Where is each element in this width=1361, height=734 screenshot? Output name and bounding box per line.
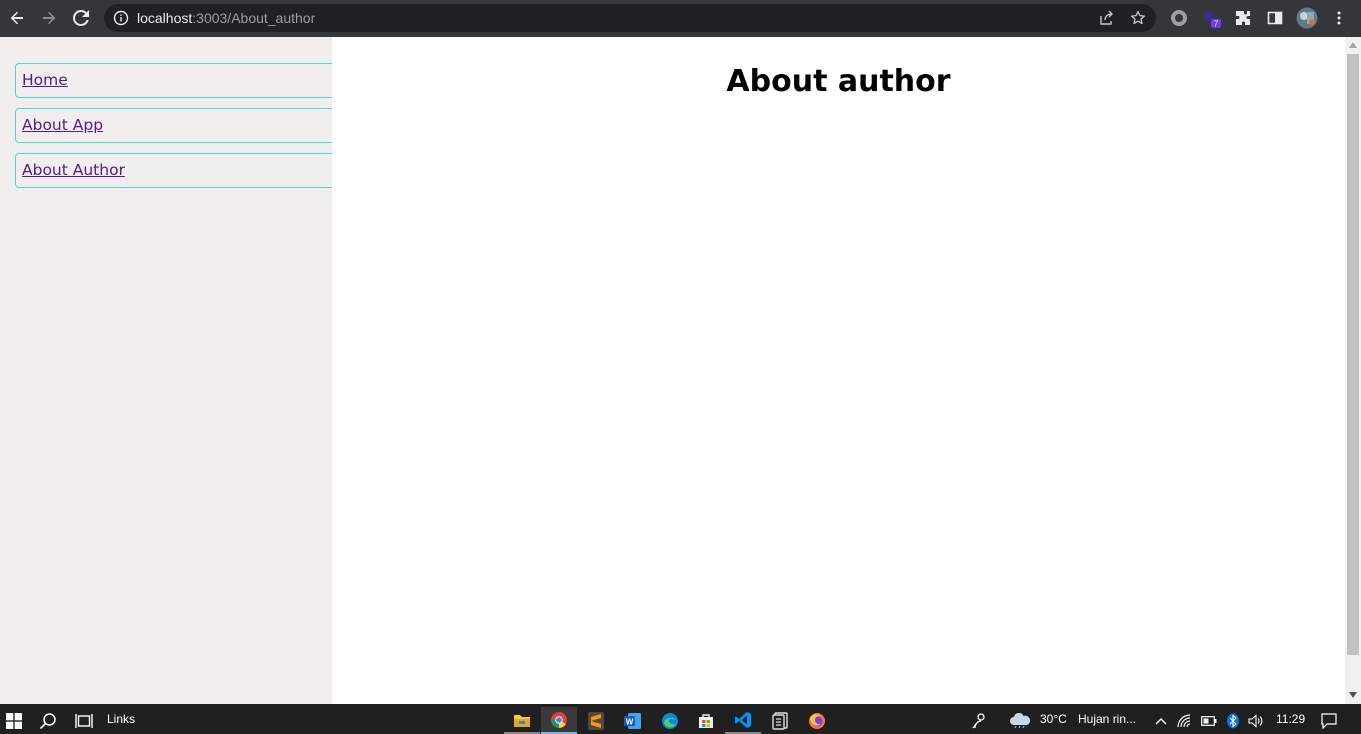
- sidebar-item-home[interactable]: Home: [15, 63, 336, 98]
- task-view-icon: [75, 713, 93, 728]
- bluetooth-icon: [1227, 713, 1239, 728]
- links-toolbar-label[interactable]: Links: [107, 712, 135, 726]
- volume-button[interactable]: [1245, 707, 1267, 734]
- action-center-button[interactable]: [1312, 707, 1346, 734]
- sidebar-item-about-app[interactable]: About App: [15, 108, 336, 143]
- task-view-button[interactable]: [66, 707, 102, 734]
- network-button[interactable]: [1174, 707, 1196, 734]
- taskbar: Links W 30°C Hujan rin... 11:29: [0, 704, 1361, 734]
- vertical-scrollbar[interactable]: [1345, 37, 1361, 704]
- profile-avatar[interactable]: [1296, 7, 1318, 29]
- scrollbar-thumb[interactable]: [1347, 54, 1359, 655]
- weather-temperature[interactable]: 30°C: [1040, 712, 1067, 726]
- taskbar-vscode[interactable]: [725, 707, 761, 734]
- microsoft-store-icon: [699, 713, 713, 728]
- back-arrow-icon: [10, 11, 23, 25]
- weather-widget[interactable]: [1004, 707, 1036, 734]
- start-button[interactable]: [0, 707, 28, 734]
- extension-circle-icon[interactable]: [1168, 7, 1190, 29]
- people-button[interactable]: [964, 707, 996, 734]
- clock[interactable]: 11:29: [1276, 712, 1305, 726]
- forward-arrow-icon: [43, 11, 56, 25]
- url-text[interactable]: localhost:3003/About_author: [137, 10, 315, 26]
- info-icon[interactable]: [113, 10, 129, 26]
- speaker-icon: [1248, 713, 1263, 728]
- url-path: :3003/About_author: [192, 10, 316, 26]
- windows-logo-icon: [6, 712, 22, 729]
- document-app-icon: [772, 711, 788, 730]
- sublime-text-icon: [588, 711, 604, 730]
- scroll-up-arrow-icon[interactable]: [1349, 42, 1357, 48]
- extension-badge-icon[interactable]: 7: [1200, 7, 1222, 29]
- firefox-icon: [809, 712, 825, 729]
- show-hidden-icons-button[interactable]: [1150, 707, 1172, 734]
- sidebar: Home About App About Author: [0, 37, 336, 704]
- taskbar-edge[interactable]: [652, 707, 688, 734]
- taskbar-word[interactable]: W: [615, 707, 651, 734]
- sidebar-item-label[interactable]: About App: [22, 116, 103, 135]
- browser-menu-icon[interactable]: [1328, 7, 1350, 29]
- wifi-icon: [1177, 713, 1191, 727]
- bookmark-star-icon[interactable]: [1130, 10, 1146, 26]
- sidebar-item-about-author[interactable]: About Author: [15, 153, 336, 188]
- taskbar-app[interactable]: [762, 707, 798, 734]
- taskbar-search-button[interactable]: [30, 707, 66, 734]
- share-icon[interactable]: [1098, 10, 1114, 26]
- page-viewport: Home About App About Author About author: [0, 37, 1361, 704]
- svg-text:W: W: [626, 717, 634, 726]
- sidebar-item-label[interactable]: About Author: [22, 161, 125, 180]
- taskbar-firefox[interactable]: [799, 707, 835, 734]
- edge-icon: [662, 712, 678, 729]
- weather-description[interactable]: Hujan rin...: [1078, 712, 1136, 726]
- cloud-rain-icon: [1010, 712, 1031, 728]
- url-host: localhost: [137, 10, 193, 26]
- notification-icon: [1321, 712, 1337, 729]
- extensions-puzzle-icon[interactable]: [1232, 7, 1254, 29]
- file-explorer-icon: [514, 714, 530, 727]
- extension-badge-count: 7: [1214, 20, 1219, 29]
- address-bar[interactable]: localhost:3003/About_author: [104, 4, 1156, 32]
- search-icon: [39, 712, 56, 729]
- vscode-icon: [735, 711, 751, 728]
- page-title: About author: [726, 64, 951, 99]
- taskbar-chrome[interactable]: [541, 707, 577, 734]
- bluetooth-button[interactable]: [1222, 707, 1244, 734]
- side-panel-icon[interactable]: [1264, 7, 1286, 29]
- back-button[interactable]: [5, 6, 29, 30]
- browser-toolbar: localhost:3003/About_author 7: [0, 0, 1361, 37]
- battery-icon: [1201, 715, 1217, 726]
- main-content: About author: [332, 37, 1345, 704]
- chevron-up-icon: [1155, 717, 1167, 724]
- scroll-down-arrow-icon[interactable]: [1349, 692, 1357, 698]
- taskbar-store[interactable]: [688, 707, 724, 734]
- taskbar-sublime-text[interactable]: [578, 707, 614, 734]
- sidebar-item-label[interactable]: Home: [22, 71, 68, 90]
- reload-icon: [73, 10, 89, 26]
- chrome-icon: [551, 711, 567, 728]
- forward-button[interactable]: [37, 6, 61, 30]
- reload-button[interactable]: [69, 6, 93, 30]
- battery-button[interactable]: [1198, 707, 1220, 734]
- taskbar-file-explorer[interactable]: [504, 707, 540, 734]
- word-icon: W: [624, 712, 641, 729]
- people-icon: [972, 712, 985, 728]
